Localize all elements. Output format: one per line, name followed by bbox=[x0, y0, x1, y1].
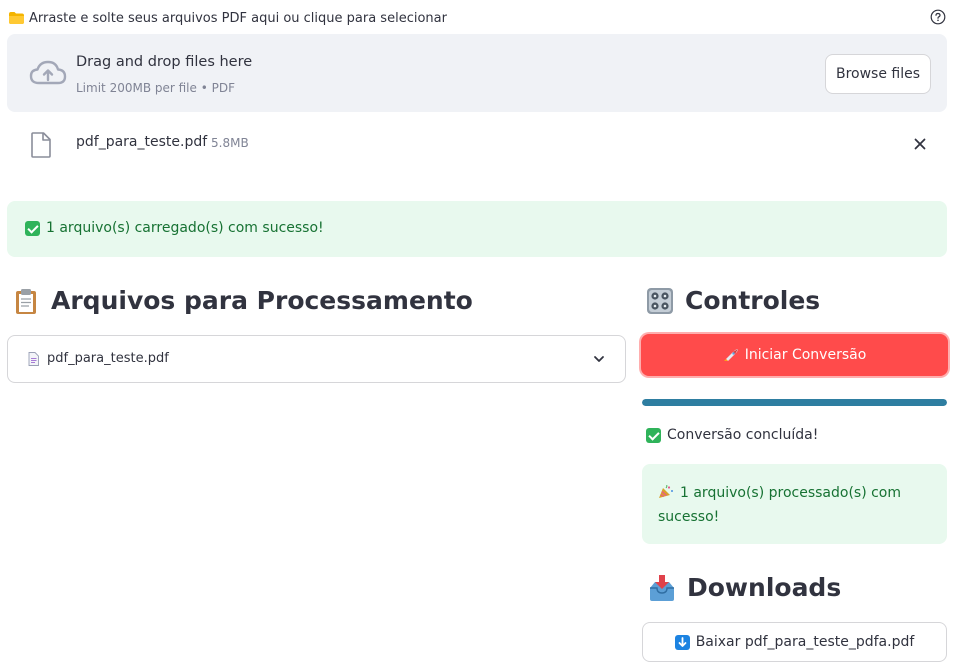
downloads-heading: Downloads bbox=[648, 573, 841, 602]
chevron-down-icon bbox=[594, 356, 604, 362]
download-button[interactable]: Baixar pdf_para_teste_pdfa.pdf bbox=[642, 622, 947, 662]
down-arrow-icon bbox=[674, 634, 690, 650]
uploaded-file-name: pdf_para_teste.pdf bbox=[76, 134, 208, 150]
controls-heading: Controles bbox=[646, 286, 820, 315]
party-popper-icon bbox=[659, 485, 673, 498]
file-expander[interactable]: pdf_para_teste.pdf bbox=[7, 335, 626, 383]
dropzone-limit: Limit 200MB per file • PDF bbox=[76, 81, 235, 95]
processed-success-text: 1 arquivo(s) processado(s) com sucesso! bbox=[658, 485, 902, 525]
folder-icon bbox=[9, 12, 24, 24]
control-knobs-icon bbox=[647, 287, 673, 314]
conversion-done-text: Conversão concluída! bbox=[667, 427, 819, 443]
processed-success-alert: 1 arquivo(s) processado(s) com sucesso! bbox=[642, 464, 947, 544]
check-icon bbox=[25, 220, 40, 236]
start-conversion-label: Iniciar Conversão bbox=[744, 347, 867, 363]
progress-fill bbox=[642, 399, 947, 406]
uploaded-file-size: 5.8MB bbox=[211, 136, 249, 150]
inbox-tray-icon bbox=[650, 574, 674, 601]
dropzone-title: Drag and drop files here bbox=[76, 54, 253, 70]
help-icon[interactable] bbox=[930, 9, 946, 25]
files-heading-text: Arquivos para Processamento bbox=[51, 286, 473, 315]
rocket-icon bbox=[723, 349, 738, 361]
file-icon bbox=[31, 132, 51, 158]
download-button-label: Baixar pdf_para_teste_pdfa.pdf bbox=[695, 634, 915, 650]
controls-heading-text: Controles bbox=[685, 286, 821, 315]
start-conversion-button[interactable]: Iniciar Conversão bbox=[641, 334, 948, 376]
uploaded-file-row: pdf_para_teste.pdf 5.8MB bbox=[7, 124, 947, 164]
check-icon bbox=[646, 427, 661, 443]
conversion-progress-bar bbox=[642, 399, 947, 406]
uploader-label-text: Arraste e solte seus arquivos PDF aqui o… bbox=[29, 10, 447, 26]
upload-success-alert: 1 arquivo(s) carregado(s) com sucesso! bbox=[7, 201, 947, 257]
conversion-done-status: Conversão concluída! bbox=[646, 427, 818, 443]
file-dropzone[interactable]: Drag and drop files here Limit 200MB per… bbox=[7, 34, 947, 112]
clipboard-icon bbox=[16, 288, 36, 314]
downloads-heading-text: Downloads bbox=[687, 573, 842, 602]
expander-label: pdf_para_teste.pdf bbox=[47, 351, 169, 366]
browse-files-button[interactable]: Browse files bbox=[825, 54, 931, 94]
cloud-upload-icon bbox=[29, 60, 67, 85]
files-heading: Arquivos para Processamento bbox=[12, 286, 473, 315]
uploader-label: Arraste e solte seus arquivos PDF aqui o… bbox=[9, 8, 447, 28]
close-icon[interactable] bbox=[912, 136, 928, 152]
upload-success-text: 1 arquivo(s) carregado(s) com sucesso! bbox=[46, 220, 324, 236]
document-icon bbox=[28, 352, 39, 366]
